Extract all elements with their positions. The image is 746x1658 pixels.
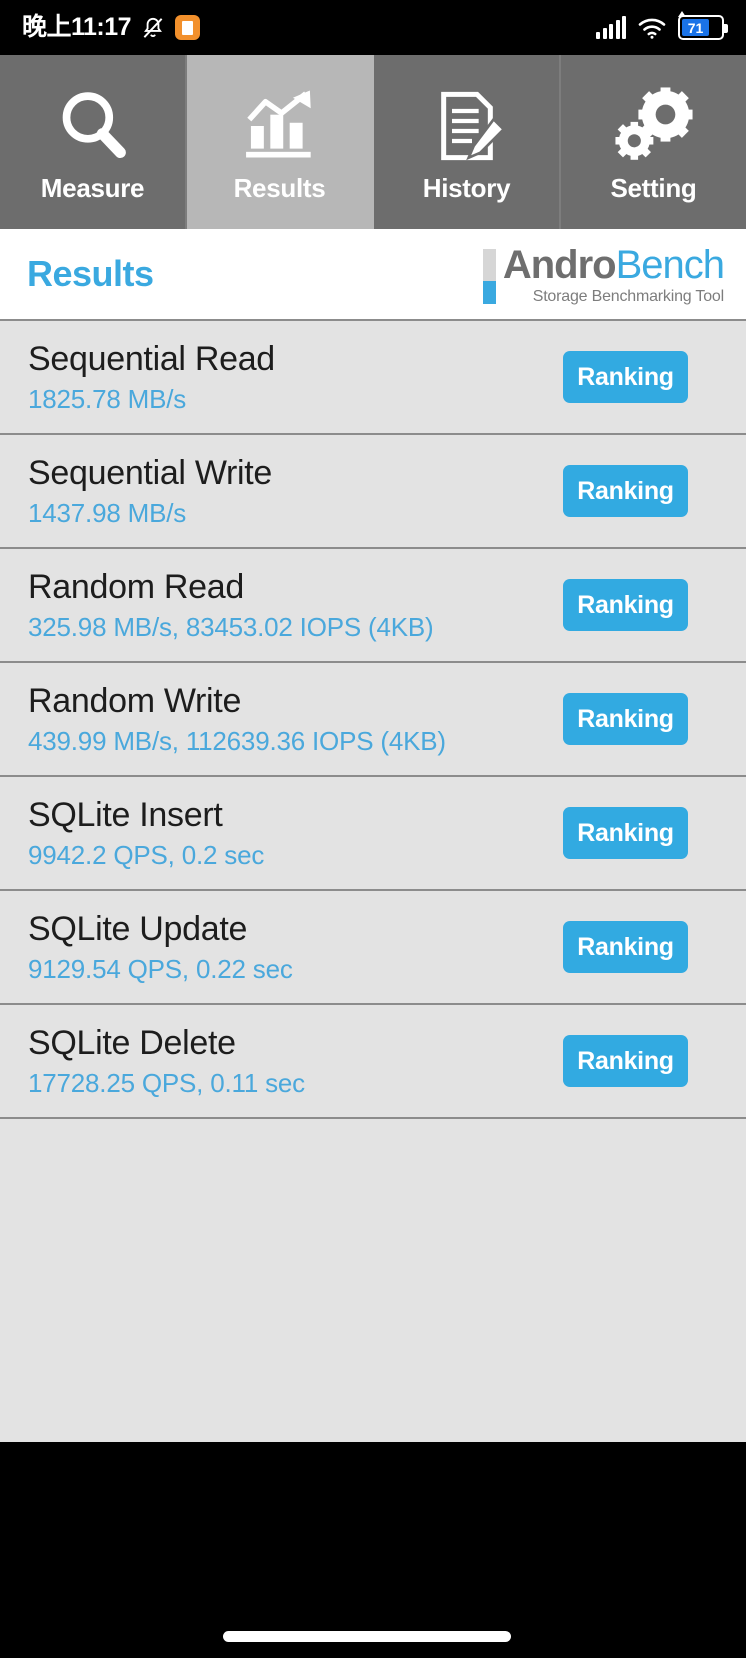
tab-setting[interactable]: Setting <box>561 55 746 229</box>
results-list: Sequential Read 1825.78 MB/s Ranking Seq… <box>0 319 746 1442</box>
table-row[interactable]: SQLite Delete 17728.25 QPS, 0.11 sec Ran… <box>0 1005 746 1119</box>
cellular-signal-icon <box>596 15 626 39</box>
row-text: Sequential Read 1825.78 MB/s <box>28 340 275 414</box>
tab-measure-label: Measure <box>40 172 145 203</box>
table-row[interactable]: Sequential Write 1437.98 MB/s Ranking <box>0 435 746 549</box>
page-title: Results <box>27 253 154 294</box>
system-navigation-area <box>0 1442 746 1658</box>
phone-screen: 晚上11:17 71 Measure Results History Setti… <box>0 0 746 1658</box>
tab-results[interactable]: Results <box>187 55 374 229</box>
status-clock: 晚上11:17 <box>22 13 132 41</box>
row-text: SQLite Insert 9942.2 QPS, 0.2 sec <box>28 796 264 870</box>
benchmark-name: SQLite Insert <box>28 796 223 835</box>
wifi-icon <box>637 16 667 40</box>
logo-andro: Andro <box>502 242 617 287</box>
table-row[interactable]: Random Write 439.99 MB/s, 112639.36 IOPS… <box>0 663 746 777</box>
row-text: SQLite Delete 17728.25 QPS, 0.11 sec <box>28 1024 305 1098</box>
ranking-button[interactable]: Ranking <box>563 807 688 859</box>
battery-icon: 71 <box>678 11 728 40</box>
ranking-button[interactable]: Ranking <box>563 351 688 403</box>
logo-bar-icon <box>482 248 496 304</box>
ranking-button[interactable]: Ranking <box>563 465 688 517</box>
bar-chart-arrow-icon <box>238 85 322 167</box>
logo-wordmark: AndroBench <box>502 242 725 287</box>
ranking-button[interactable]: Ranking <box>563 693 688 745</box>
table-row[interactable]: Random Read 325.98 MB/s, 83453.02 IOPS (… <box>0 549 746 663</box>
table-row[interactable]: SQLite Insert 9942.2 QPS, 0.2 sec Rankin… <box>0 777 746 891</box>
benchmark-value: 9942.2 QPS, 0.2 sec <box>28 840 265 871</box>
tab-results-label: Results <box>233 172 326 203</box>
document-pen-icon <box>427 85 507 167</box>
page-header: Results AndroBench Storage Benchmarking … <box>0 229 746 319</box>
status-bar-left: 晚上11:17 <box>22 13 201 41</box>
logo-tagline: Storage Benchmarking Tool <box>532 288 724 306</box>
row-text: Random Write 439.99 MB/s, 112639.36 IOPS… <box>28 682 446 756</box>
row-text: Sequential Write 1437.98 MB/s <box>28 454 272 528</box>
bell-mute-icon <box>140 15 166 41</box>
benchmark-name: SQLite Delete <box>28 1024 236 1063</box>
benchmark-name: Sequential Read <box>28 340 275 379</box>
tab-measure[interactable]: Measure <box>0 55 187 229</box>
ranking-button[interactable]: Ranking <box>563 1035 688 1087</box>
logo-bench: Bench <box>615 242 725 287</box>
row-text: Random Read 325.98 MB/s, 83453.02 IOPS (… <box>28 568 434 642</box>
benchmark-value: 1437.98 MB/s <box>28 498 187 529</box>
list-empty-space <box>0 1119 746 1442</box>
tab-setting-label: Setting <box>610 172 697 203</box>
benchmark-value: 439.99 MB/s, 112639.36 IOPS (4KB) <box>28 726 446 757</box>
tab-history-label: History <box>422 172 511 203</box>
tab-history[interactable]: History <box>374 55 561 229</box>
table-row[interactable]: SQLite Update 9129.54 QPS, 0.22 sec Rank… <box>0 891 746 1005</box>
logo-text: AndroBench Storage Benchmarking Tool <box>502 242 725 306</box>
battery-charging-arrow-icon <box>678 11 686 17</box>
table-row[interactable]: Sequential Read 1825.78 MB/s Ranking <box>0 321 746 435</box>
row-text: SQLite Update 9129.54 QPS, 0.22 sec <box>28 910 293 984</box>
benchmark-value: 1825.78 MB/s <box>28 384 187 415</box>
benchmark-name: Sequential Write <box>28 454 273 493</box>
home-gesture-pill[interactable] <box>223 1631 511 1642</box>
status-bar-right: 71 <box>596 11 728 40</box>
benchmark-value: 325.98 MB/s, 83453.02 IOPS (4KB) <box>28 612 434 643</box>
benchmark-value: 17728.25 QPS, 0.11 sec <box>28 1068 305 1099</box>
benchmark-name: SQLite Update <box>28 910 248 949</box>
main-tab-bar: Measure Results History Setting <box>0 55 746 229</box>
battery-level-label: 71 <box>687 19 704 36</box>
status-bar: 晚上11:17 71 <box>0 0 746 55</box>
gears-icon <box>613 85 695 167</box>
androbench-logo: AndroBench Storage Benchmarking Tool <box>482 242 725 306</box>
benchmark-name: Random Read <box>28 568 244 607</box>
ranking-button[interactable]: Ranking <box>563 921 688 973</box>
magnifier-icon <box>52 85 134 167</box>
ranking-button[interactable]: Ranking <box>563 579 688 631</box>
benchmark-value: 9129.54 QPS, 0.22 sec <box>28 954 293 985</box>
note-app-icon <box>175 15 201 40</box>
benchmark-name: Random Write <box>28 682 242 721</box>
